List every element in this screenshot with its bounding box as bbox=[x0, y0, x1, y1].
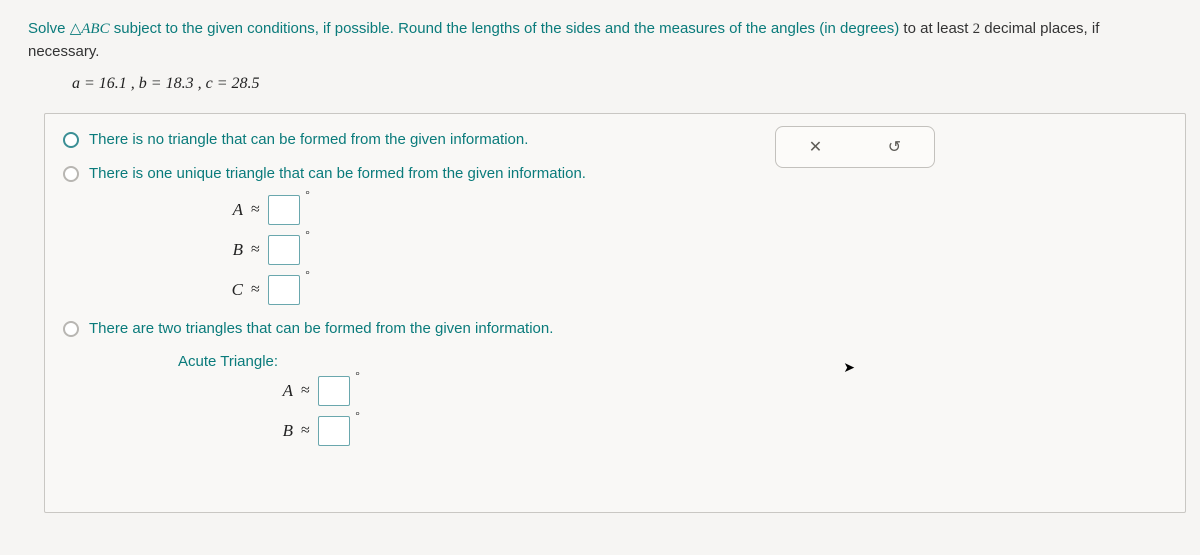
option-no-triangle[interactable]: There is no triangle that can be formed … bbox=[63, 130, 703, 150]
degree-icon: ° bbox=[305, 269, 309, 281]
input-A[interactable] bbox=[268, 195, 300, 225]
action-toolbar: ✕ ↺ bbox=[775, 126, 935, 168]
reset-button[interactable]: ↺ bbox=[879, 133, 911, 161]
answer-panel: There is no triangle that can be formed … bbox=[44, 113, 1186, 513]
prompt-text-2: subject to the given conditions, if poss… bbox=[110, 20, 904, 37]
option-no-triangle-label: There is no triangle that can be formed … bbox=[89, 130, 528, 150]
radio-no-triangle[interactable] bbox=[63, 132, 79, 148]
approx-icon: ≈ bbox=[251, 241, 260, 259]
option-one-triangle[interactable]: There is one unique triangle that can be… bbox=[63, 164, 703, 184]
approx-icon: ≈ bbox=[301, 382, 310, 400]
input-B[interactable] bbox=[268, 235, 300, 265]
degree-icon: ° bbox=[355, 370, 359, 382]
close-icon: ✕ bbox=[809, 137, 822, 157]
prompt-text-3: to at least bbox=[903, 20, 972, 37]
field-acute-B: B ≈ ° bbox=[253, 416, 1167, 446]
prompt-text-1: Solve bbox=[28, 20, 70, 37]
degree-icon: ° bbox=[355, 410, 359, 422]
field-A: A ≈ ° bbox=[203, 195, 1167, 225]
var-C: C bbox=[203, 280, 243, 300]
field-acute-A: A ≈ ° bbox=[253, 376, 1167, 406]
field-B: B ≈ ° bbox=[203, 235, 1167, 265]
question-prompt: Solve △ABC subject to the given conditio… bbox=[0, 0, 1200, 71]
var-A: A bbox=[203, 200, 243, 220]
given-values: a = 16.1 , b = 18.3 , c = 28.5 bbox=[0, 71, 1200, 107]
cursor-icon: ➤ bbox=[843, 359, 855, 376]
var-acute-B: B bbox=[253, 421, 293, 441]
var-B: B bbox=[203, 240, 243, 260]
option-two-triangles-label: There are two triangles that can be form… bbox=[89, 319, 553, 339]
degree-icon: ° bbox=[305, 229, 309, 241]
var-acute-A: A bbox=[253, 381, 293, 401]
triangle-symbol: △ bbox=[70, 21, 82, 37]
option-one-triangle-label: There is one unique triangle that can be… bbox=[89, 164, 586, 184]
acute-triangle-fields: A ≈ ° B ≈ ° bbox=[63, 376, 1167, 446]
clear-button[interactable]: ✕ bbox=[800, 133, 832, 161]
degree-icon: ° bbox=[305, 189, 309, 201]
input-acute-B[interactable] bbox=[318, 416, 350, 446]
field-C: C ≈ ° bbox=[203, 275, 1167, 305]
acute-triangle-label: Acute Triangle: bbox=[63, 353, 1167, 370]
radio-two-triangles[interactable] bbox=[63, 321, 79, 337]
prompt-abc: ABC bbox=[81, 21, 109, 37]
approx-icon: ≈ bbox=[301, 422, 310, 440]
approx-icon: ≈ bbox=[251, 281, 260, 299]
reset-icon: ↺ bbox=[888, 137, 901, 157]
input-acute-A[interactable] bbox=[318, 376, 350, 406]
input-C[interactable] bbox=[268, 275, 300, 305]
one-triangle-fields: A ≈ ° B ≈ ° C ≈ ° bbox=[63, 195, 1167, 305]
option-two-triangles[interactable]: There are two triangles that can be form… bbox=[63, 319, 703, 339]
radio-one-triangle[interactable] bbox=[63, 166, 79, 182]
approx-icon: ≈ bbox=[251, 201, 260, 219]
